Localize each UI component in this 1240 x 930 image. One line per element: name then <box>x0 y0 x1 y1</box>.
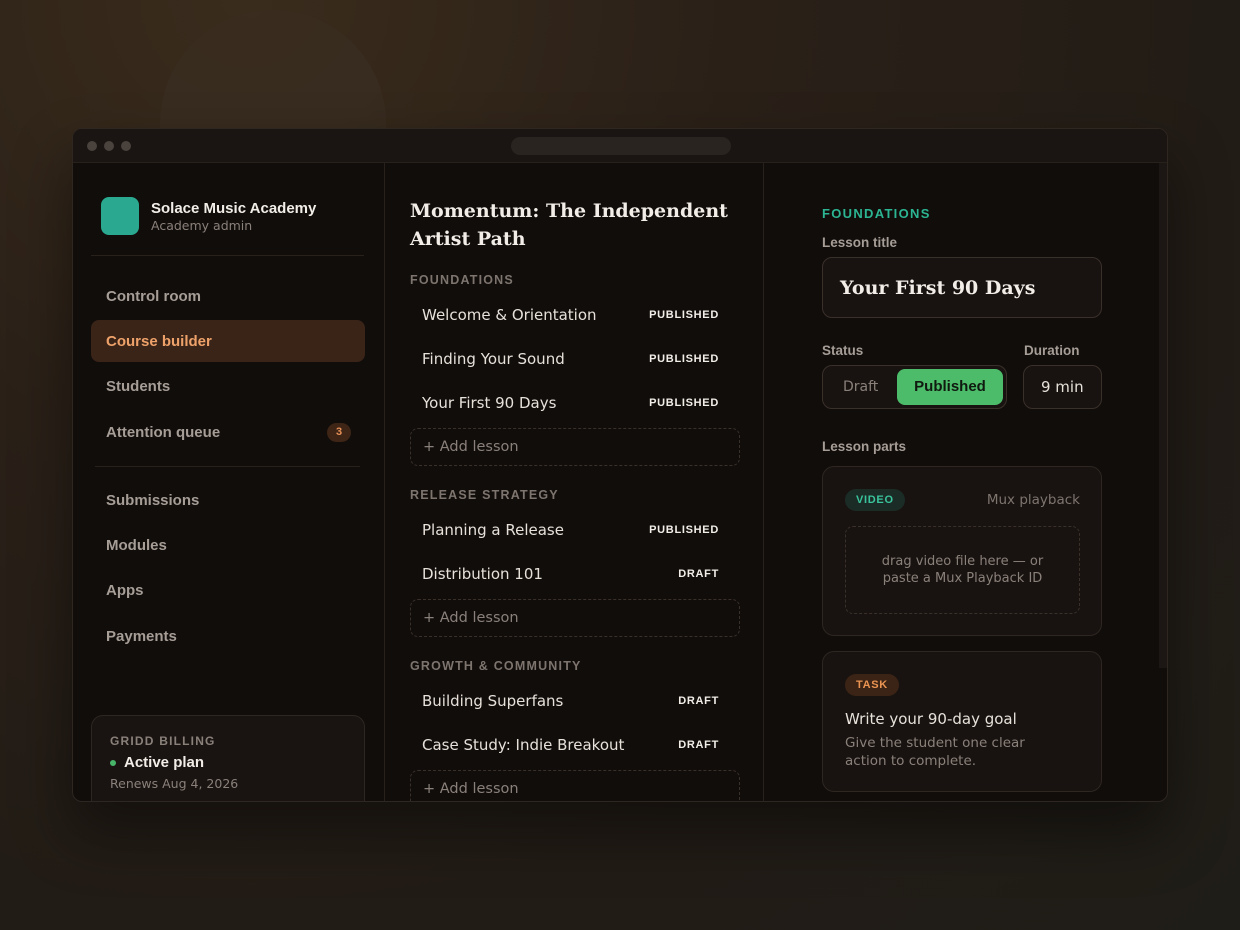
status-option-draft[interactable]: Draft <box>843 379 878 395</box>
brand-role: Academy admin <box>151 217 253 233</box>
editor-section-label: FOUNDATIONS <box>822 206 931 221</box>
sidebar-item-modules[interactable]: Modules <box>91 524 365 566</box>
lesson-title: Finding Your Sound <box>422 350 565 368</box>
sidebar: Solace Music Academy Academy admin Contr… <box>73 163 385 801</box>
lesson-row[interactable]: Case Study: Indie Breakout DRAFT <box>410 725 740 765</box>
task-title: Write your 90-day goal <box>845 710 1017 728</box>
billing-card[interactable]: GRIDD BILLING Active plan Renews Aug 4, … <box>91 715 365 801</box>
lesson-status-badge: DRAFT <box>678 739 719 751</box>
lesson-status-badge: PUBLISHED <box>649 309 719 321</box>
task-tag-badge: TASK <box>845 674 899 696</box>
video-dropzone[interactable]: drag video file here — or paste a Mux Pl… <box>845 526 1080 614</box>
lesson-status-badge: DRAFT <box>678 568 719 580</box>
section-label: RELEASE STRATEGY <box>410 488 559 502</box>
app-window: Solace Music Academy Academy admin Contr… <box>72 128 1168 802</box>
add-lesson-button[interactable]: + Add lesson <box>410 599 740 637</box>
billing-plan-label: Active plan <box>124 754 205 771</box>
sidebar-item-payments[interactable]: Payments <box>91 615 365 657</box>
sidebar-item-apps[interactable]: Apps <box>91 569 365 611</box>
section-label: GROWTH & COMMUNITY <box>410 659 582 673</box>
sidebar-item-students[interactable]: Students <box>91 365 365 407</box>
lesson-row[interactable]: Distribution 101 DRAFT <box>410 554 740 594</box>
lesson-row[interactable]: Finding Your Sound PUBLISHED <box>410 339 740 379</box>
billing-renewal-date: Renews Aug 4, 2026 <box>110 776 239 791</box>
lesson-row[interactable]: Planning a Release PUBLISHED <box>410 510 740 550</box>
window-minimize-dot[interactable] <box>104 141 114 151</box>
lesson-editor: FOUNDATIONS Lesson title Your First 90 D… <box>765 163 1167 801</box>
sidebar-item-submissions[interactable]: Submissions <box>91 479 365 521</box>
brand: Solace Music Academy Academy admin <box>101 197 316 235</box>
address-bar[interactable] <box>511 137 731 155</box>
sidebar-item-label: Attention queue <box>106 423 221 441</box>
status-toggle: Draft Published <box>822 365 1007 409</box>
lesson-row[interactable]: Building Superfans DRAFT <box>410 681 740 721</box>
section-label: FOUNDATIONS <box>410 273 514 287</box>
window-zoom-dot[interactable] <box>121 141 131 151</box>
lesson-row[interactable]: Welcome & Orientation PUBLISHED <box>410 295 740 335</box>
editor-scrollbar[interactable] <box>1159 163 1167 668</box>
lesson-status-badge: PUBLISHED <box>649 353 719 365</box>
active-status-dot-icon <box>110 759 116 766</box>
video-tag-badge: VIDEO <box>845 489 905 511</box>
lesson-row[interactable]: Your First 90 Days PUBLISHED <box>410 383 740 423</box>
lesson-status-badge: PUBLISHED <box>649 524 719 536</box>
sidebar-item-attention-queue[interactable]: Attention queue 3 <box>91 411 365 453</box>
add-lesson-button[interactable]: + Add lesson <box>410 770 740 801</box>
window-close-dot[interactable] <box>87 141 97 151</box>
sidebar-divider <box>95 466 360 467</box>
video-part-card[interactable]: VIDEO Mux playback drag video file here … <box>822 466 1102 636</box>
lesson-title: Planning a Release <box>422 521 564 539</box>
window-titlebar <box>73 129 1167 163</box>
lesson-title: Distribution 101 <box>422 565 543 583</box>
video-provider-label: Mux playback <box>986 492 1080 508</box>
sidebar-item-course-builder[interactable]: Course builder <box>91 320 365 362</box>
brand-logo <box>101 197 139 235</box>
status-label: Status <box>822 343 864 358</box>
lesson-title: Welcome & Orientation <box>422 306 597 324</box>
status-option-published[interactable]: Published <box>897 369 1003 405</box>
lesson-title-label: Lesson title <box>822 235 898 250</box>
lesson-title-input[interactable]: Your First 90 Days <box>822 257 1102 318</box>
billing-title: GRIDD BILLING <box>110 734 216 748</box>
task-description: Give the student one clear action to com… <box>845 735 1025 769</box>
add-lesson-button[interactable]: + Add lesson <box>410 428 740 466</box>
sidebar-divider <box>91 255 364 256</box>
lesson-title: Case Study: Indie Breakout <box>422 736 625 754</box>
lesson-status-badge: DRAFT <box>678 695 719 707</box>
brand-name: Solace Music Academy <box>151 199 317 217</box>
task-part-card[interactable]: TASK Write your 90-day goal Give the stu… <box>822 651 1102 792</box>
attention-count-badge: 3 <box>327 423 351 442</box>
lesson-status-badge: PUBLISHED <box>649 397 719 409</box>
lesson-title: Building Superfans <box>422 692 564 710</box>
lesson-title: Your First 90 Days <box>422 394 557 412</box>
course-outline: Momentum: The Independent Artist Path FO… <box>386 163 764 801</box>
course-title: Momentum: The Independent Artist Path <box>410 200 728 250</box>
sidebar-item-control-room[interactable]: Control room <box>91 275 365 317</box>
lesson-parts-label: Lesson parts <box>822 439 907 454</box>
billing-plan: Active plan <box>110 754 346 771</box>
duration-input[interactable]: 9 min <box>1023 365 1102 409</box>
duration-label: Duration <box>1024 343 1080 358</box>
